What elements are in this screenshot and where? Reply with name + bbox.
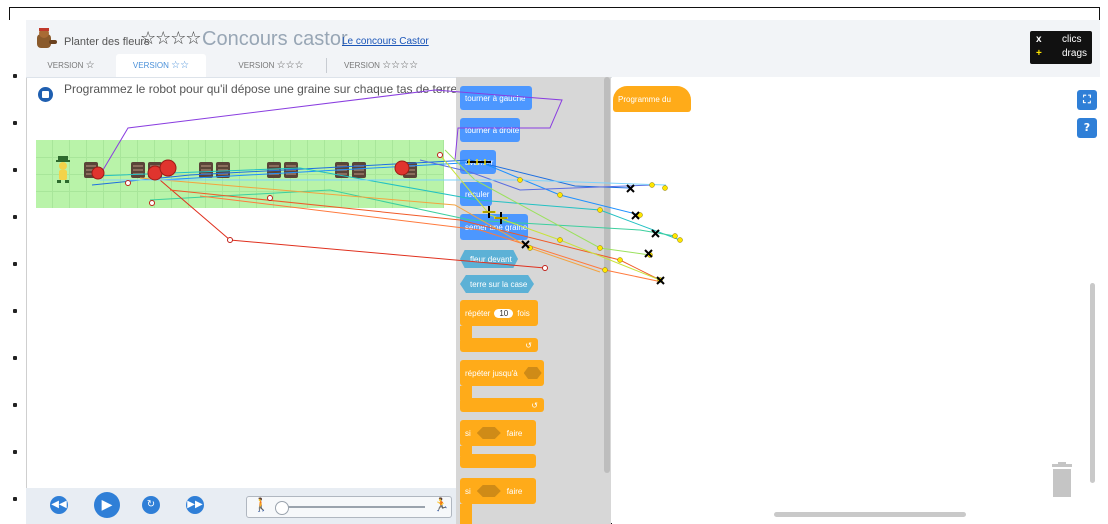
rewind-icon[interactable]: ◀◀ [50, 496, 68, 514]
dirt-pile [199, 162, 213, 178]
running-icon: 🏃 [433, 498, 450, 513]
statement-icon [38, 87, 53, 102]
workspace-horizontal-scrollbar[interactable] [774, 512, 966, 517]
tab-version-1[interactable]: VERSION ☆ [26, 54, 116, 77]
speed-slider[interactable]: 🚶 🏃 [246, 496, 452, 518]
legend-clicks: clics [1062, 34, 1082, 45]
dirt-pile [335, 162, 349, 178]
dirt-pile [284, 162, 298, 178]
palette-scrollbar[interactable] [604, 77, 610, 473]
block-plant-seed[interactable]: semer une graine [460, 214, 528, 240]
task-title-prefix: Planter des fleurs [64, 36, 150, 48]
workspace-vertical-scrollbar[interactable] [1090, 283, 1095, 483]
tab-version-4[interactable]: VERSION ☆☆☆☆ [336, 54, 426, 77]
block-forward[interactable]: avancer [460, 150, 496, 174]
dirt-pile [267, 162, 281, 178]
task-header: Planter des fleurs ☆☆☆☆ Concours castor … [26, 20, 1100, 78]
dirt-pile [131, 162, 145, 178]
block-turn-left[interactable]: tourner à gauche [460, 86, 532, 110]
step-icon[interactable]: ↻ [142, 496, 160, 514]
difficulty-stars: ☆☆☆☆ [140, 28, 202, 49]
if-footer [460, 454, 536, 468]
repeat-until-footer: ↺ [460, 398, 544, 412]
trash-icon[interactable] [1050, 462, 1074, 498]
execution-controls: ◀◀ ▶ ↻ ▶▶ 🚶 🏃 [26, 488, 456, 524]
trace-legend: x clics + drags [1030, 31, 1092, 64]
block-repeat-times[interactable]: répéter 10 fois [460, 300, 538, 326]
fullscreen-icon[interactable]: ⛶ [1077, 90, 1097, 110]
walking-icon: 🚶 [253, 498, 270, 513]
block-backward[interactable]: reculer [460, 182, 492, 206]
block-dirt-on-cell[interactable]: terre sur la case [460, 275, 534, 293]
grid-row-line [36, 191, 444, 192]
block-repeat-until[interactable]: répéter jusqu'à [460, 360, 544, 386]
speed-knob[interactable] [275, 501, 289, 515]
block-if-else[interactable]: si faire [460, 478, 536, 504]
block-flower-ahead[interactable]: fleur devant [460, 250, 518, 268]
robot-icon [56, 156, 70, 183]
block-turn-right[interactable]: tourner à droite [460, 118, 520, 142]
tab-version-2[interactable]: VERSION ☆☆ [116, 54, 206, 77]
program-workspace[interactable] [612, 77, 1100, 524]
version-tabs: VERSION ☆ VERSION ☆☆ VERSION ☆☆☆ VERSION… [26, 54, 456, 77]
play-icon[interactable]: ▶ [94, 492, 120, 518]
grid-row-line [36, 157, 444, 158]
if-else-arm [460, 504, 472, 524]
dirt-pile [216, 162, 230, 178]
block-if[interactable]: si faire [460, 420, 536, 446]
dirt-pile [403, 162, 417, 178]
help-button[interactable]: ? [1077, 118, 1097, 138]
task-title: Concours castor [202, 28, 348, 50]
dirt-pile [84, 162, 98, 178]
dirt-pile [352, 162, 366, 178]
repeat-count[interactable]: 10 [494, 308, 514, 318]
contest-link[interactable]: Le concours Castor [342, 36, 429, 47]
legend-drags: drags [1062, 48, 1088, 59]
fast-forward-icon[interactable]: ▶▶ [186, 496, 204, 514]
dirt-pile [148, 162, 162, 178]
left-margin-bar [9, 20, 27, 524]
repeat-footer: ↺ [460, 338, 538, 352]
beaver-logo-icon [37, 28, 57, 48]
program-hat-block[interactable]: Programme du robot [613, 86, 691, 132]
task-statement: Programmez le robot pour qu'il dépose un… [64, 82, 461, 96]
tab-version-3[interactable]: VERSION ☆☆☆ [226, 54, 316, 77]
